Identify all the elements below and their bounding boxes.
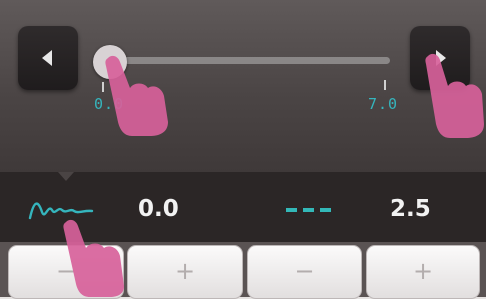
waveform-icon[interactable] bbox=[28, 196, 94, 224]
decrement-button-right[interactable]: − bbox=[247, 245, 362, 299]
increment-button-left[interactable]: + bbox=[127, 245, 243, 299]
increment-button-right[interactable]: + bbox=[366, 245, 480, 299]
slider-track[interactable] bbox=[108, 57, 390, 64]
control-panel: 0.0 7.0 0.0 2.5 − + − + bbox=[0, 0, 486, 299]
decrement-button-left[interactable]: − bbox=[8, 245, 124, 299]
slider-min-tick bbox=[102, 82, 104, 92]
next-button[interactable] bbox=[410, 26, 470, 90]
arrow-right-icon bbox=[436, 50, 446, 66]
slider-thumb[interactable] bbox=[93, 45, 127, 79]
previous-button[interactable] bbox=[18, 26, 78, 90]
slider-min-label: 0.0 bbox=[94, 95, 125, 113]
selection-pointer bbox=[58, 172, 74, 181]
slider-max-label: 7.0 bbox=[368, 95, 399, 113]
slider-max-tick bbox=[384, 80, 386, 90]
wave-value: 0.0 bbox=[138, 196, 179, 222]
effect-value: 2.5 bbox=[390, 196, 431, 222]
dashed-line-icon bbox=[286, 208, 334, 212]
arrow-left-icon bbox=[42, 50, 52, 66]
